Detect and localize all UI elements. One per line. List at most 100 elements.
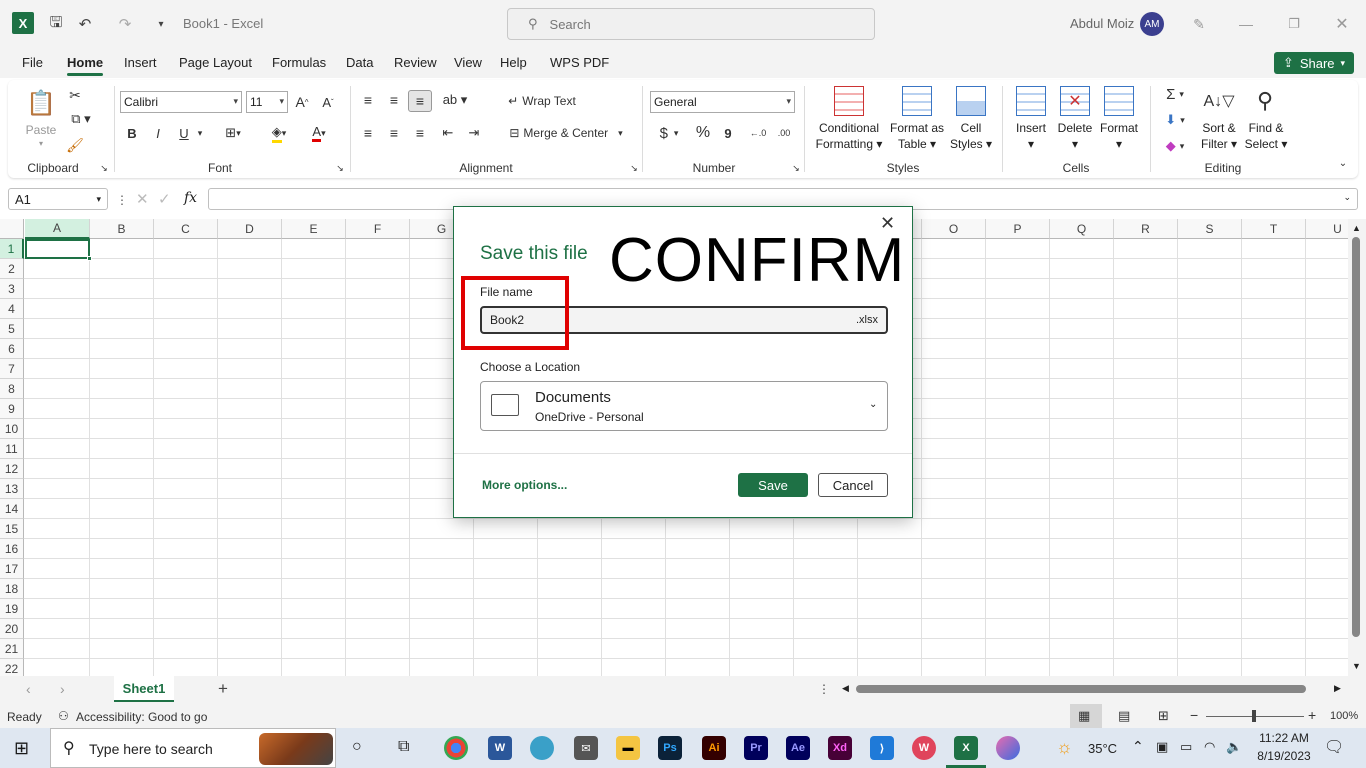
row-header-2[interactable]: 2 xyxy=(0,259,24,279)
align-center-icon[interactable]: ≡ xyxy=(384,123,404,143)
column-header-s[interactable]: S xyxy=(1178,219,1242,239)
cancel-entry-icon[interactable]: ✕ xyxy=(136,190,149,208)
tab-home[interactable]: Home xyxy=(67,55,104,76)
sort-filter-button[interactable]: Sort & Filter ▾ xyxy=(1196,120,1242,152)
location-select[interactable]: Documents OneDrive - Personal ⌄ xyxy=(480,381,888,431)
zoom-out-icon[interactable]: − xyxy=(1190,707,1198,723)
row-header-13[interactable]: 13 xyxy=(0,479,24,499)
fill-color-icon[interactable]: ◈ ▾ xyxy=(262,123,296,143)
accessibility-icon[interactable]: ⚇ xyxy=(58,709,69,723)
wifi-icon[interactable]: ◠ xyxy=(1204,739,1215,755)
zoom-in-icon[interactable]: + xyxy=(1308,707,1316,723)
wrap-text-button[interactable]: ↵ Wrap Text xyxy=(502,90,582,112)
clipboard-launcher-icon[interactable]: ↘ xyxy=(98,162,110,174)
number-format-select[interactable]: General ▾ xyxy=(650,91,795,113)
row-header-11[interactable]: 11 xyxy=(0,439,24,459)
borders-icon[interactable]: ⊞ ▾ xyxy=(216,123,250,143)
column-header-c[interactable]: C xyxy=(154,219,218,239)
number-launcher-icon[interactable]: ↘ xyxy=(790,162,802,174)
tab-data[interactable]: Data xyxy=(346,55,373,70)
name-box[interactable]: A1 ▾ xyxy=(8,188,108,210)
column-header-o[interactable]: O xyxy=(922,219,986,239)
row-header-9[interactable]: 9 xyxy=(0,399,24,419)
column-header-q[interactable]: Q xyxy=(1050,219,1114,239)
sort-filter-icon[interactable]: A↓▽ xyxy=(1204,86,1235,116)
excel-taskbar-icon[interactable]: X xyxy=(954,736,978,760)
tab-formulas[interactable]: Formulas xyxy=(272,55,326,70)
find-select-icon[interactable]: ⚲ xyxy=(1250,86,1280,116)
row-header-12[interactable]: 12 xyxy=(0,459,24,479)
row-header-6[interactable]: 6 xyxy=(0,339,24,359)
font-size-select[interactable]: 11 ▾ xyxy=(246,91,288,113)
row-header-19[interactable]: 19 xyxy=(0,599,24,619)
active-cell[interactable] xyxy=(25,239,90,259)
restore-icon[interactable]: ❐ xyxy=(1284,14,1304,34)
insert-function-icon[interactable]: fx xyxy=(184,190,197,206)
mail-icon[interactable]: ✉ xyxy=(574,736,598,760)
middle-align-icon[interactable]: ≡ xyxy=(384,90,404,110)
row-header-20[interactable]: 20 xyxy=(0,619,24,639)
after-effects-icon[interactable]: Ae xyxy=(786,736,810,760)
column-header-t[interactable]: T xyxy=(1242,219,1306,239)
more-icon[interactable]: ⋮ xyxy=(818,682,830,696)
top-align-icon[interactable]: ≡ xyxy=(358,90,378,110)
sheet-tab-sheet1[interactable]: Sheet1 xyxy=(114,676,174,702)
paint-icon[interactable] xyxy=(996,736,1020,760)
redo-icon[interactable]: ↷ xyxy=(114,14,136,34)
alignment-launcher-icon[interactable]: ↘ xyxy=(628,162,640,174)
tab-view[interactable]: View xyxy=(454,55,482,70)
format-painter-icon[interactable]: 🖌 xyxy=(66,136,84,154)
weather-temp[interactable]: 35°C xyxy=(1088,741,1117,756)
cortana-icon[interactable]: ○ xyxy=(352,738,362,756)
decrease-font-size-icon[interactable]: Aˇ xyxy=(318,92,338,112)
column-header-f[interactable]: F xyxy=(346,219,410,239)
column-header-d[interactable]: D xyxy=(218,219,282,239)
increase-indent-icon[interactable]: ⇥ xyxy=(464,123,484,143)
cancel-button[interactable]: Cancel xyxy=(818,473,888,497)
tab-file[interactable]: File xyxy=(22,55,43,70)
illustrator-icon[interactable]: Ai xyxy=(702,736,726,760)
chrome-profile-icon[interactable] xyxy=(530,736,554,760)
column-header-u[interactable]: U xyxy=(1306,219,1348,239)
show-hidden-icons-icon[interactable]: ⌃ xyxy=(1132,738,1144,755)
collapse-ribbon-icon[interactable]: ⌄ xyxy=(1336,156,1350,170)
row-header-16[interactable]: 16 xyxy=(0,539,24,559)
wps-icon[interactable]: W xyxy=(912,736,936,760)
chrome-icon[interactable] xyxy=(444,736,468,760)
row-header-3[interactable]: 3 xyxy=(0,279,24,299)
font-launcher-icon[interactable]: ↘ xyxy=(334,162,346,174)
align-left-icon[interactable]: ≡ xyxy=(358,123,378,143)
delete-cells-button[interactable]: Delete ▾ xyxy=(1052,120,1098,152)
scroll-right-icon[interactable]: ▶ xyxy=(1334,683,1341,694)
search-box[interactable]: ⚲ Search xyxy=(507,8,875,40)
decrease-indent-icon[interactable]: ⇤ xyxy=(438,123,458,143)
conditional-formatting-icon[interactable] xyxy=(834,86,864,116)
next-sheet-icon[interactable]: › xyxy=(60,681,65,697)
zoom-level[interactable]: 100% xyxy=(1330,710,1358,722)
file-explorer-icon[interactable]: ▬ xyxy=(616,736,640,760)
photoshop-icon[interactable]: Ps xyxy=(658,736,682,760)
more-options-link[interactable]: More options... xyxy=(482,478,567,492)
row-header-5[interactable]: 5 xyxy=(0,319,24,339)
windows-start-icon[interactable]: ⊞ xyxy=(14,738,29,759)
format-as-table-button[interactable]: Format as Table ▾ xyxy=(886,120,948,152)
bold-button[interactable]: B xyxy=(122,123,142,143)
delete-cells-icon[interactable]: ✕ xyxy=(1060,86,1090,116)
tab-insert[interactable]: Insert xyxy=(124,55,157,70)
format-as-table-icon[interactable] xyxy=(902,86,932,116)
clock-date[interactable]: 8/19/2023 xyxy=(1254,749,1314,763)
insert-cells-button[interactable]: Insert ▾ xyxy=(1010,120,1052,152)
tab-help[interactable]: Help xyxy=(500,55,527,70)
autosum-icon[interactable]: Σ ▾ xyxy=(1158,84,1192,104)
increase-font-size-icon[interactable]: A ^ xyxy=(292,92,312,112)
row-header-10[interactable]: 10 xyxy=(0,419,24,439)
italic-button[interactable]: I xyxy=(148,123,168,143)
close-window-icon[interactable]: ✕ xyxy=(1332,14,1352,34)
scroll-left-icon[interactable]: ◀ xyxy=(842,683,849,694)
avatar[interactable]: AM xyxy=(1140,12,1164,36)
volume-icon[interactable]: 🔈 xyxy=(1226,739,1242,755)
page-break-view-icon[interactable]: ⊞ xyxy=(1158,708,1169,724)
accessibility-status[interactable]: Accessibility: Good to go xyxy=(76,710,207,724)
row-header-17[interactable]: 17 xyxy=(0,559,24,579)
vertical-scroll-thumb[interactable] xyxy=(1352,237,1360,637)
